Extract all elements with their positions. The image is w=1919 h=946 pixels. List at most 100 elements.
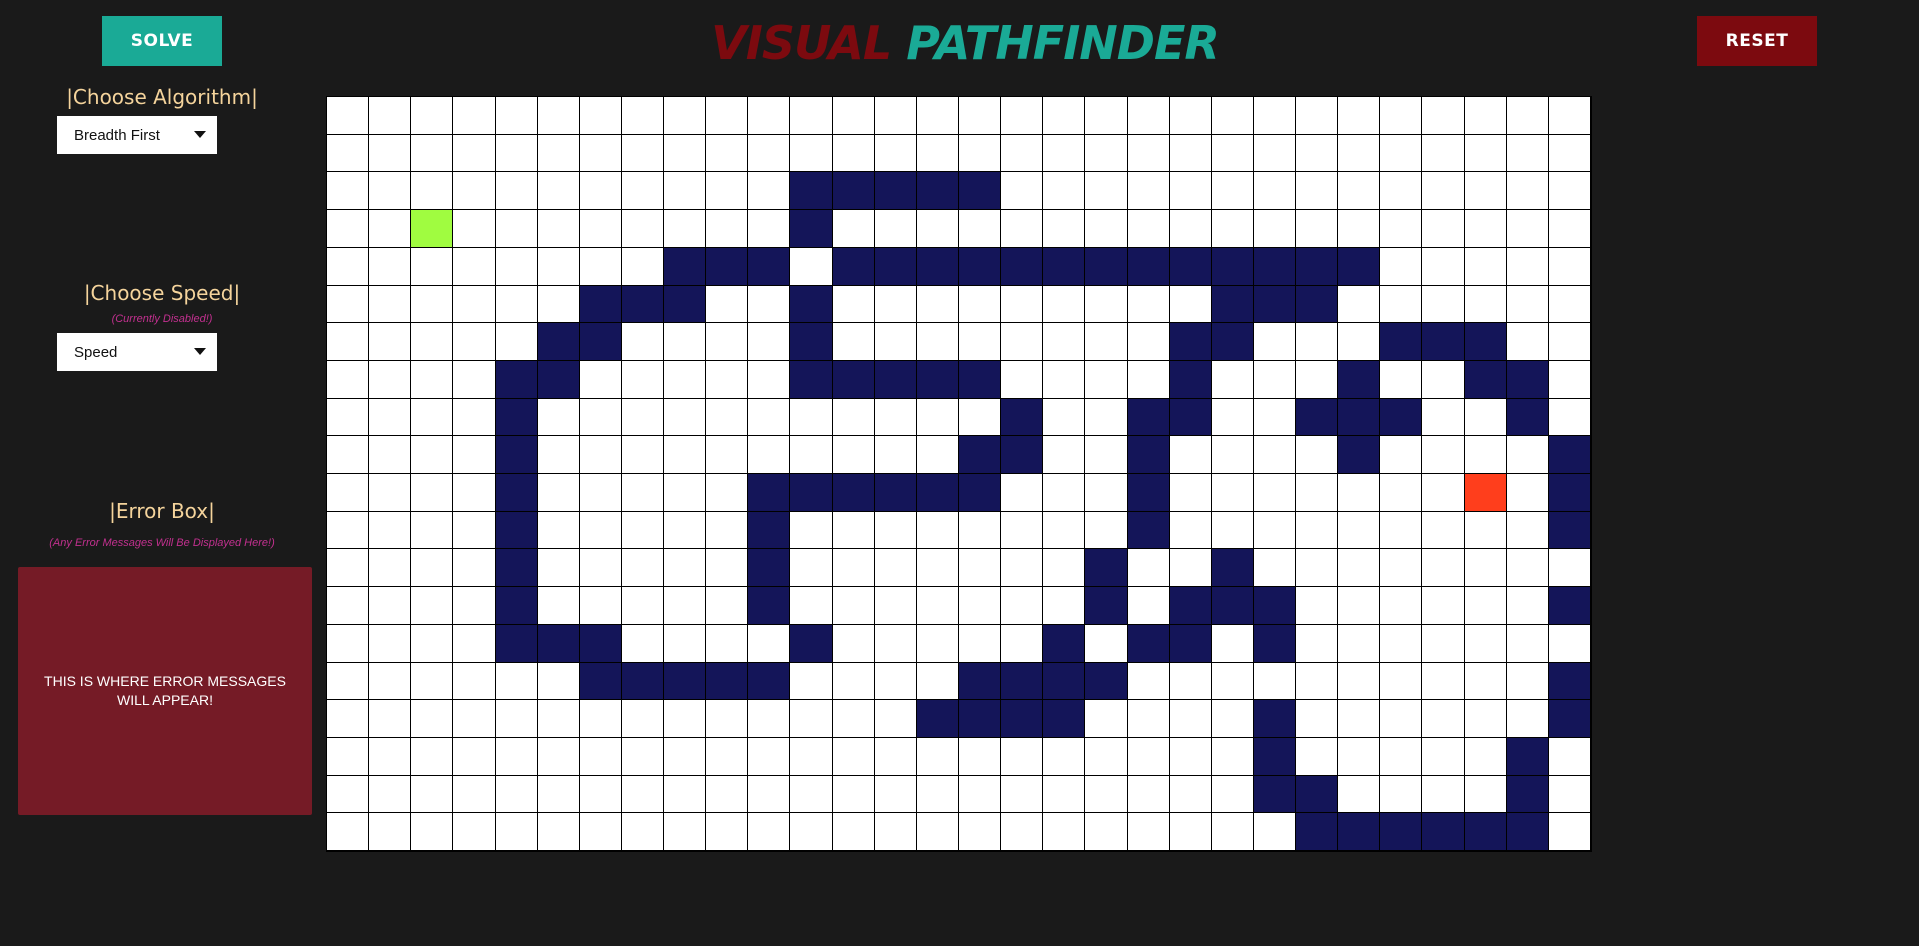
grid-cell[interactable] (874, 662, 917, 701)
grid-cell[interactable] (706, 737, 749, 776)
grid-cell[interactable] (369, 587, 412, 625)
wall-cell[interactable] (1506, 360, 1549, 399)
grid-cell[interactable] (1253, 662, 1297, 701)
grid-cell[interactable] (579, 511, 622, 550)
wall-cell[interactable] (1001, 436, 1044, 474)
grid-cell[interactable] (916, 511, 959, 550)
grid-cell[interactable] (537, 549, 580, 588)
wall-cell[interactable] (537, 323, 580, 361)
grid-cell[interactable] (1380, 549, 1423, 588)
grid-cell[interactable] (1464, 511, 1507, 550)
end-node[interactable] (1464, 474, 1507, 512)
grid-cell[interactable] (959, 323, 1002, 361)
grid-cell[interactable] (495, 700, 538, 738)
wall-cell[interactable] (748, 247, 791, 286)
grid-cell[interactable] (1211, 511, 1254, 550)
grid-cell[interactable] (1380, 700, 1423, 738)
grid-cell[interactable] (1506, 172, 1549, 211)
grid-cell[interactable] (1506, 285, 1549, 324)
wall-cell[interactable] (1253, 285, 1297, 324)
grid-cell[interactable] (1464, 247, 1507, 286)
grid-cell[interactable] (1422, 662, 1465, 701)
grid-cell[interactable] (1548, 398, 1591, 437)
wall-cell[interactable] (874, 360, 917, 399)
grid-cell[interactable] (748, 737, 791, 776)
grid-cell[interactable] (1253, 436, 1297, 474)
wall-cell[interactable] (1211, 247, 1254, 286)
grid-cell[interactable] (1001, 587, 1044, 625)
grid-cell[interactable] (327, 285, 370, 324)
grid-cell[interactable] (1085, 436, 1128, 474)
grid-cell[interactable] (1043, 360, 1086, 399)
grid-cell[interactable] (1043, 549, 1086, 588)
grid-cell[interactable] (1548, 813, 1591, 851)
grid-cell[interactable] (369, 285, 412, 324)
grid-cell[interactable] (1338, 587, 1381, 625)
grid-cell[interactable] (1127, 210, 1170, 248)
grid-cell[interactable] (327, 700, 370, 738)
grid-cell[interactable] (1296, 624, 1339, 663)
grid-cell[interactable] (1506, 587, 1549, 625)
grid-cell[interactable] (411, 511, 454, 550)
grid-cell[interactable] (1464, 172, 1507, 211)
grid-cell[interactable] (1211, 134, 1254, 173)
grid-cell[interactable] (790, 587, 833, 625)
grid-cell[interactable] (664, 360, 707, 399)
grid-cell[interactable] (1380, 285, 1423, 324)
wall-cell[interactable] (1001, 398, 1044, 437)
grid-cell[interactable] (748, 436, 791, 474)
grid-cell[interactable] (664, 737, 707, 776)
wall-cell[interactable] (790, 624, 833, 663)
grid-cell[interactable] (1085, 511, 1128, 550)
grid-cell[interactable] (1169, 662, 1212, 701)
grid-cell[interactable] (369, 436, 412, 474)
grid-cell[interactable] (1380, 624, 1423, 663)
grid-cell[interactable] (537, 134, 580, 173)
wall-cell[interactable] (790, 360, 833, 399)
grid-cell[interactable] (579, 813, 622, 851)
grid-cell[interactable] (706, 398, 749, 437)
grid-cell[interactable] (1296, 360, 1339, 399)
speed-select[interactable]: Speed (57, 333, 217, 371)
grid-cell[interactable] (1043, 134, 1086, 173)
grid-cell[interactable] (790, 511, 833, 550)
grid-cell[interactable] (369, 775, 412, 814)
grid-cell[interactable] (1085, 474, 1128, 512)
grid-cell[interactable] (832, 813, 875, 851)
wall-cell[interactable] (664, 285, 707, 324)
grid-cell[interactable] (537, 398, 580, 437)
grid-cell[interactable] (748, 398, 791, 437)
grid-cell[interactable] (1127, 134, 1170, 173)
grid-cell[interactable] (327, 436, 370, 474)
wall-cell[interactable] (1169, 587, 1212, 625)
grid-cell[interactable] (1548, 549, 1591, 588)
grid-cell[interactable] (1169, 172, 1212, 211)
wall-cell[interactable] (959, 662, 1002, 701)
grid-cell[interactable] (874, 134, 917, 173)
grid-cell[interactable] (1043, 398, 1086, 437)
grid-cell[interactable] (1422, 511, 1465, 550)
grid-cell[interactable] (1296, 323, 1339, 361)
grid-cell[interactable] (1506, 436, 1549, 474)
grid-cell[interactable] (1338, 285, 1381, 324)
grid-cell[interactable] (453, 134, 496, 173)
grid-cell[interactable] (706, 624, 749, 663)
wall-cell[interactable] (664, 662, 707, 701)
grid-cell[interactable] (1127, 700, 1170, 738)
grid-cell[interactable] (959, 775, 1002, 814)
grid-cell[interactable] (453, 97, 496, 135)
grid-cell[interactable] (916, 549, 959, 588)
grid-cell[interactable] (1338, 549, 1381, 588)
wall-cell[interactable] (537, 360, 580, 399)
wall-cell[interactable] (1169, 360, 1212, 399)
grid-cell[interactable] (495, 775, 538, 814)
grid-cell[interactable] (411, 813, 454, 851)
grid-cell[interactable] (621, 587, 665, 625)
wall-cell[interactable] (1001, 700, 1044, 738)
grid-cell[interactable] (369, 210, 412, 248)
grid-cell[interactable] (411, 737, 454, 776)
grid-cell[interactable] (1296, 587, 1339, 625)
grid-cell[interactable] (959, 624, 1002, 663)
grid-cell[interactable] (1001, 360, 1044, 399)
grid-cell[interactable] (1380, 587, 1423, 625)
